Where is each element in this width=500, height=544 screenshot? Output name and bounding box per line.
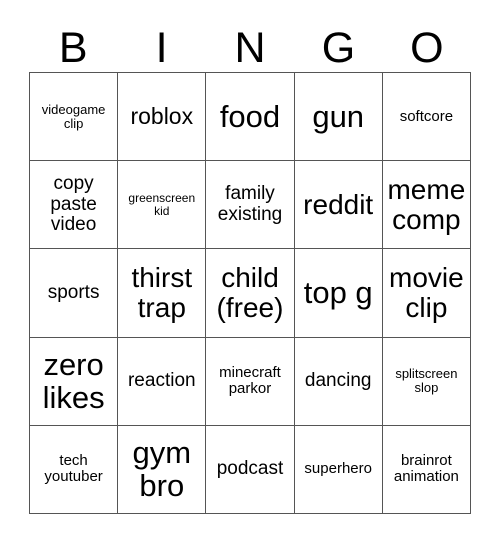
bingo-cell-label: videogame clip [41, 101, 106, 131]
bingo-cell-r4c1[interactable]: zero likes [30, 337, 119, 426]
bingo-cell-label: sports [47, 281, 100, 303]
bingo-cell-r4c5[interactable]: splitscreen slop [382, 337, 471, 426]
bingo-header-letter-g: G [321, 24, 356, 72]
bingo-cell-r3c5[interactable]: movie clip [382, 249, 471, 338]
bingo-cell-label: thirst trap [131, 261, 193, 323]
bingo-cell-r1c3[interactable]: food [206, 73, 295, 162]
bingo-grid: videogame clip roblox food gun softcore copy … [29, 72, 471, 514]
bingo-header-letter-o: O [410, 24, 444, 72]
bingo-cell-label: gun [312, 98, 365, 134]
bingo-cell-label: copy paste video [50, 173, 97, 236]
bingo-header-letter-i: I [155, 24, 168, 72]
bingo-cell-r3c1[interactable]: sports [30, 249, 119, 338]
bingo-cell-r1c1[interactable]: videogame clip [30, 73, 119, 162]
bingo-cell-r5c4[interactable]: superhero [294, 425, 383, 514]
bingo-cell-label: child (free) [216, 261, 284, 323]
bingo-cell-label: movie clip [389, 261, 464, 323]
bingo-cell-r3c4[interactable]: top g [294, 249, 383, 338]
bingo-cell-label: minecraft parkor [219, 364, 281, 398]
bingo-cell-label: reaction [127, 369, 196, 391]
bingo-cell-r1c2[interactable]: roblox [118, 73, 207, 162]
bingo-cell-label: splitscreen slop [395, 366, 458, 396]
bingo-cell-label: family existing [217, 183, 283, 225]
bingo-cell-label: superhero [304, 460, 372, 478]
bingo-header-letter-n: N [234, 24, 266, 72]
bingo-cell-r5c5[interactable]: brainrot animation [382, 425, 471, 514]
bingo-cell-label: zero likes [42, 346, 105, 416]
bingo-cell-r1c5[interactable]: softcore [382, 73, 471, 162]
bingo-cell-r4c4[interactable]: dancing [294, 337, 383, 426]
bingo-cell-r2c4[interactable]: reddit [294, 161, 383, 250]
bingo-cell-label: dancing [304, 369, 372, 391]
bingo-cell-label: food [219, 98, 281, 134]
bingo-cell-r5c2[interactable]: gym bro [118, 425, 207, 514]
bingo-cell-label: meme comp [387, 173, 466, 235]
bingo-cell-label: top g [303, 275, 373, 311]
bingo-cell-label: brainrot animation [393, 452, 459, 486]
bingo-cell-r2c5[interactable]: meme comp [382, 161, 471, 250]
bingo-cell-label: softcore [399, 107, 454, 125]
bingo-cell-label: podcast [216, 458, 284, 480]
bingo-cell-label: roblox [130, 103, 194, 130]
bingo-cell-r2c2[interactable]: greenscreen kid [118, 161, 207, 250]
bingo-cell-r5c1[interactable]: tech youtuber [30, 425, 119, 514]
bingo-cell-r2c3[interactable]: family existing [206, 161, 295, 250]
bingo-cell-r3c3[interactable]: child (free) [206, 249, 295, 338]
bingo-cell-r4c2[interactable]: reaction [118, 337, 207, 426]
bingo-cell-r4c3[interactable]: minecraft parkor [206, 337, 295, 426]
bingo-header-letter-b: B [58, 24, 88, 72]
bingo-cell-label: gym bro [132, 434, 192, 504]
bingo-cell-label: reddit [303, 188, 374, 220]
bingo-header: B I N G O [29, 14, 471, 72]
bingo-cell-label: greenscreen kid [128, 190, 196, 218]
bingo-cell-r1c4[interactable]: gun [294, 73, 383, 162]
bingo-cell-r2c1[interactable]: copy paste video [30, 161, 119, 250]
bingo-cell-label: tech youtuber [44, 452, 103, 486]
bingo-cell-r5c3[interactable]: podcast [206, 425, 295, 514]
bingo-card: B I N G O videogame clip roblox food gun sof… [0, 0, 500, 544]
bingo-cell-r3c2[interactable]: thirst trap [118, 249, 207, 338]
